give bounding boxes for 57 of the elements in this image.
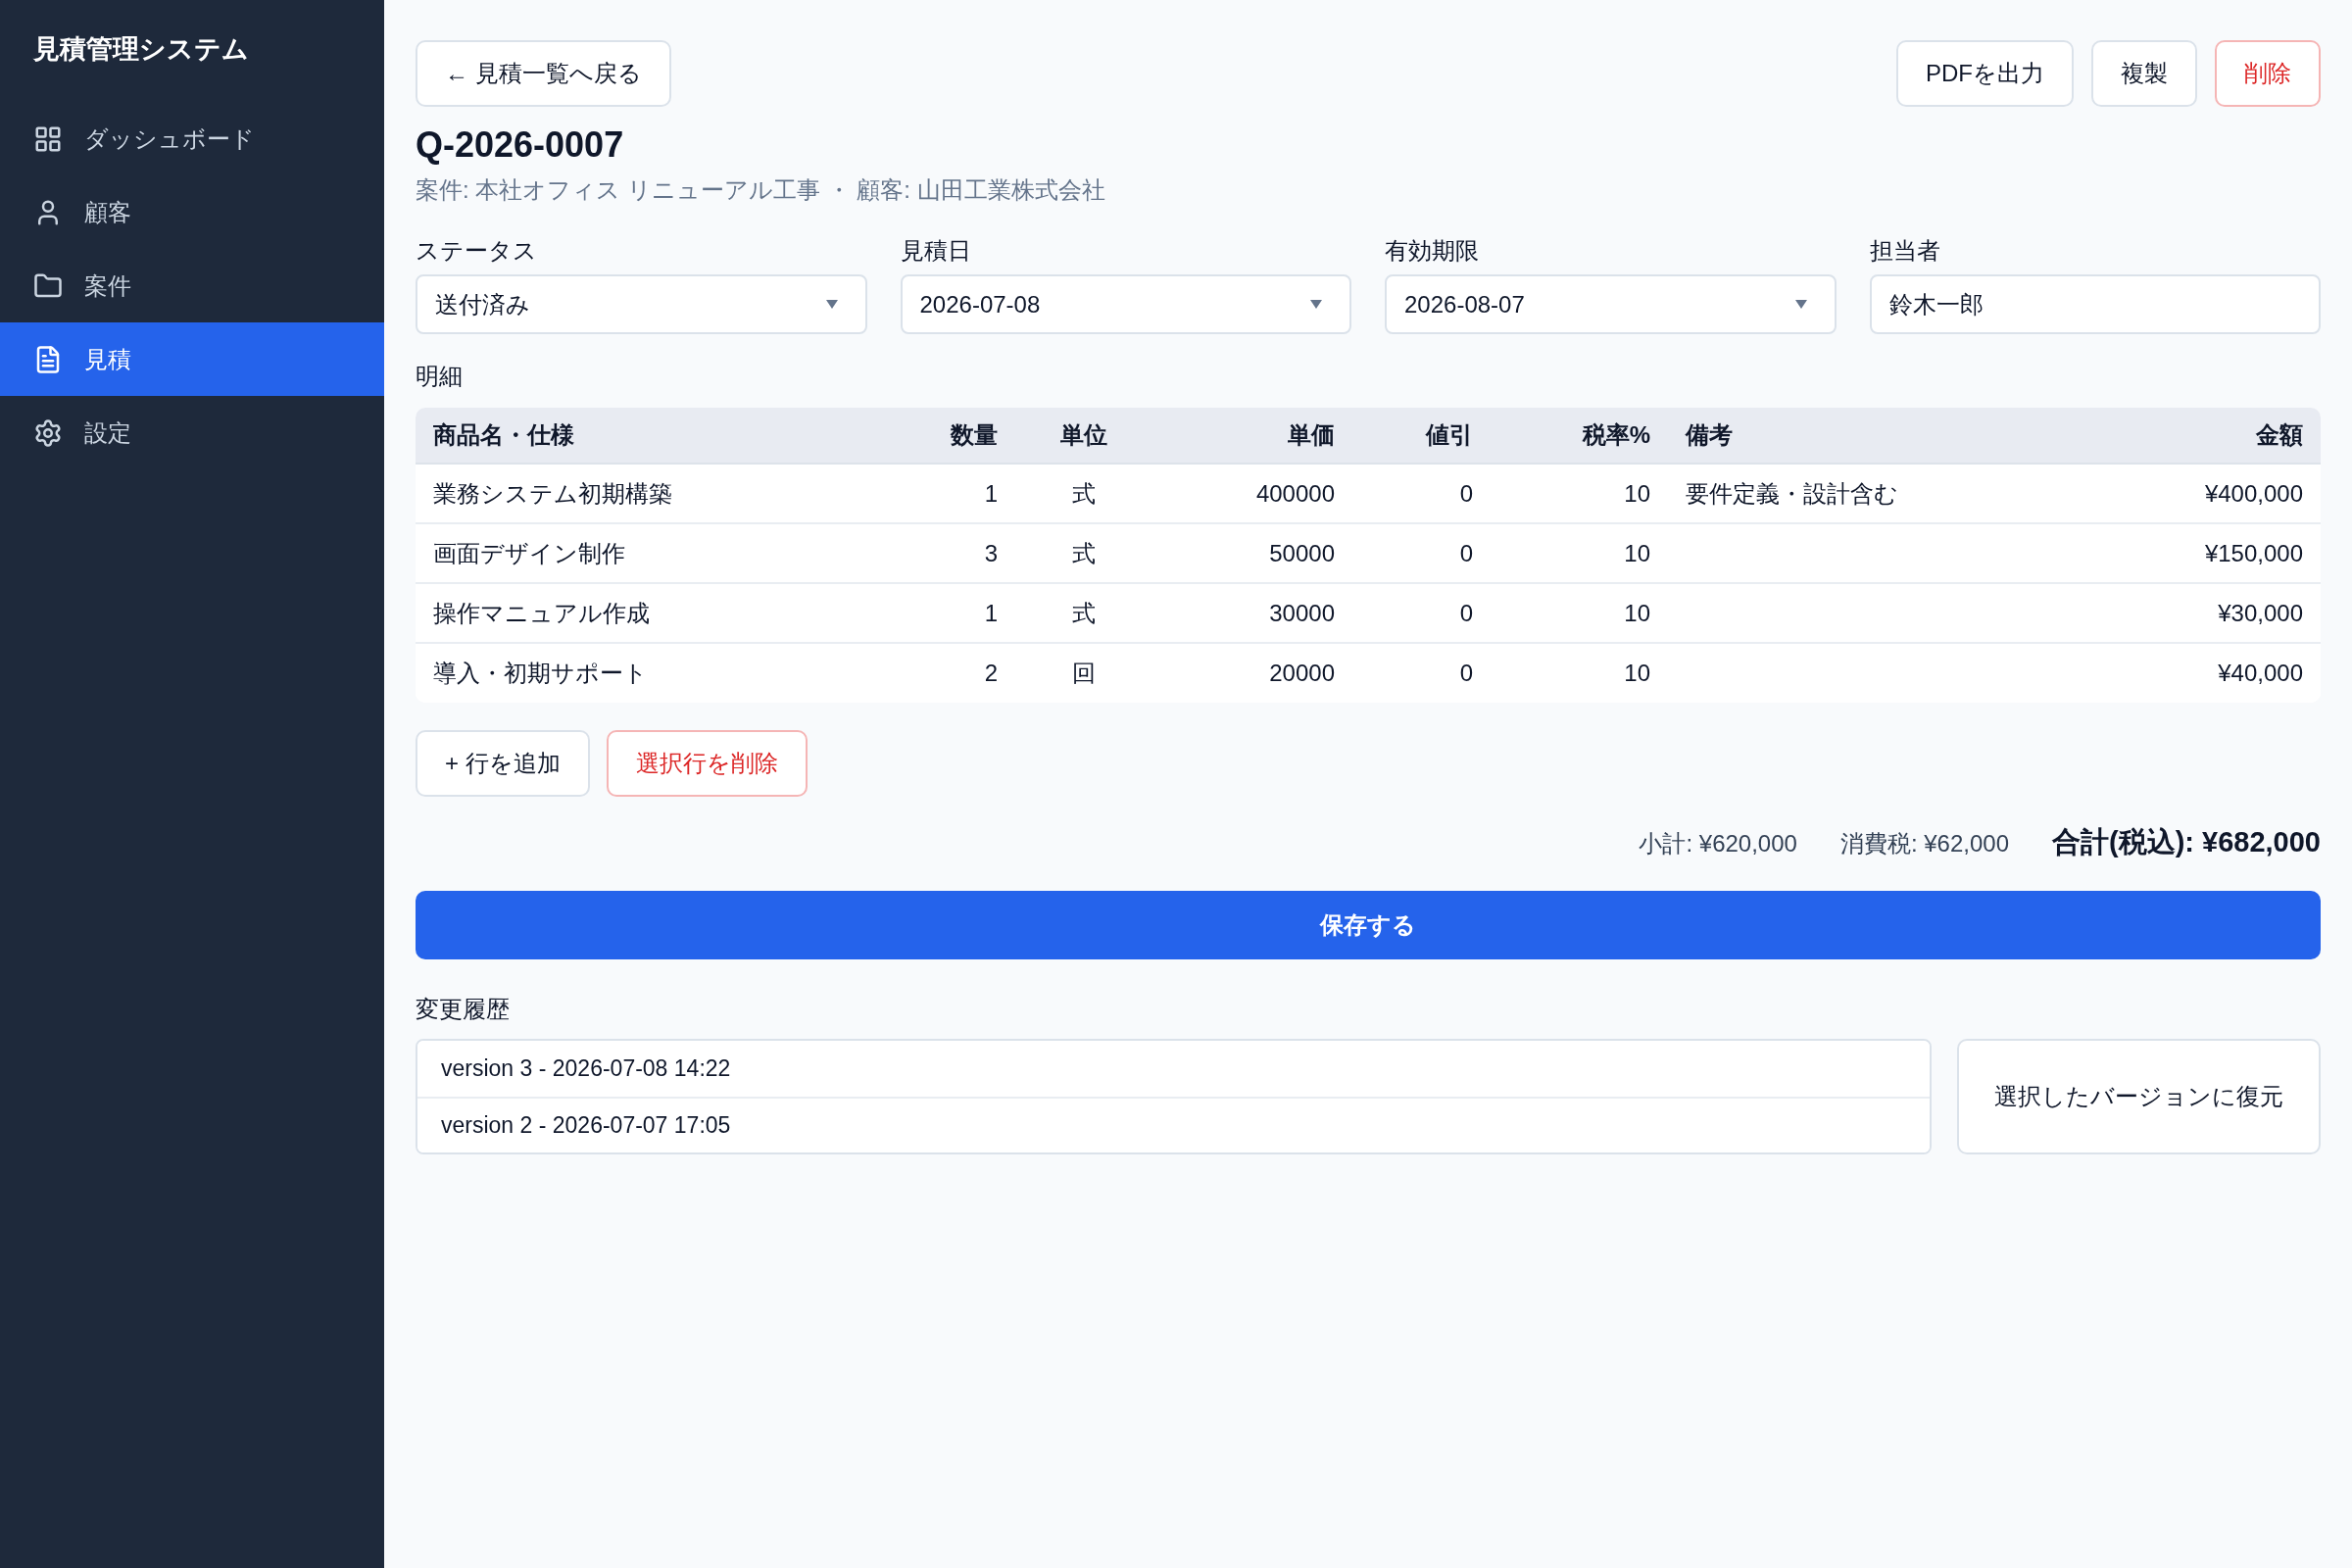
section-title: 変更履歴: [416, 995, 510, 1024]
section-title: 明細: [416, 362, 463, 391]
delete-button[interactable]: 削除: [2215, 40, 2321, 107]
sidebar-item[interactable]: 見積: [0, 322, 384, 396]
table-cell: 要件定義・設計含む: [1668, 464, 2027, 523]
delete-rows-button[interactable]: 選択行を削除: [606, 730, 808, 797]
field-label: ステータス: [416, 236, 537, 266]
subtotal-text: 小計: ¥620,000: [1639, 829, 1797, 858]
column-header: 商品名・仕様: [416, 408, 902, 464]
field-label: 担当者: [1869, 236, 1940, 266]
column-header: 単位: [1015, 408, 1152, 464]
column-header: 単価: [1152, 408, 1352, 464]
sidebar-item[interactable]: 案件: [0, 249, 384, 322]
quote-number: Q-2026-0007: [416, 123, 624, 167]
table-cell: 10: [1491, 464, 1668, 523]
table-cell: 0: [1352, 643, 1491, 703]
action-button[interactable]: 複製: [2091, 40, 2197, 107]
field-label: 見積日: [900, 236, 971, 266]
column-header: 値引: [1352, 408, 1491, 464]
settings-icon: [33, 417, 63, 448]
select-field[interactable]: 2026-07-08: [900, 274, 1351, 334]
table-cell: ¥400,000: [2027, 464, 2321, 523]
table-cell: 2: [902, 643, 1015, 703]
save-button[interactable]: 保存する: [416, 891, 2321, 959]
caret-icon: [1310, 300, 1322, 309]
table-cell: 400000: [1152, 464, 1352, 523]
column-header: 数量: [902, 408, 1015, 464]
table-cell: 回: [1015, 643, 1152, 703]
column-header: 税率%: [1491, 408, 1668, 464]
table-cell: 業務システム初期構築: [416, 464, 902, 523]
table-cell: 導入・初期サポート: [416, 643, 902, 703]
sidebar-item[interactable]: 顧客: [0, 175, 384, 249]
restore-button[interactable]: 選択したバージョンに復元: [1957, 1039, 2321, 1154]
version-item[interactable]: version 2 - 2026-07-07 17:05: [417, 1097, 1930, 1152]
sidebar-item[interactable]: 設定: [0, 396, 384, 469]
sidebar-item[interactable]: ダッシュボード: [0, 102, 384, 175]
table-cell: ¥40,000: [2027, 643, 2321, 703]
quote-subtitle: 案件: 本社オフィス リニューアル工事 ・ 顧客: 山田工業株式会社: [416, 175, 1105, 205]
select-field[interactable]: 送付済み: [416, 274, 867, 334]
caret-icon: [825, 300, 838, 309]
field-label: 有効期限: [1385, 236, 1479, 266]
caret-icon: [1794, 300, 1807, 309]
column-header: 備考: [1668, 408, 2027, 464]
action-button[interactable]: PDFを出力: [1896, 40, 2074, 107]
table-cell: 10: [1491, 643, 1668, 703]
select-field[interactable]: 2026-08-07: [1385, 274, 1837, 334]
column-header: 金額: [2027, 408, 2321, 464]
table-cell: 20000: [1152, 643, 1352, 703]
tax-text: 消費税: ¥62,000: [1839, 829, 2009, 858]
total-text: 合計(税込): ¥682,000: [2052, 825, 2321, 859]
app-title: 見積管理システム: [32, 33, 249, 66]
back-button[interactable]: ← 見積一覧へ戻る: [416, 40, 671, 107]
add-row-button[interactable]: + 行を追加: [416, 730, 590, 797]
table-cell: 0: [1352, 464, 1491, 523]
table-cell: 式: [1015, 464, 1152, 523]
table-cell: 1: [902, 464, 1015, 523]
text-field[interactable]: 鈴木一郎: [1869, 274, 2321, 334]
